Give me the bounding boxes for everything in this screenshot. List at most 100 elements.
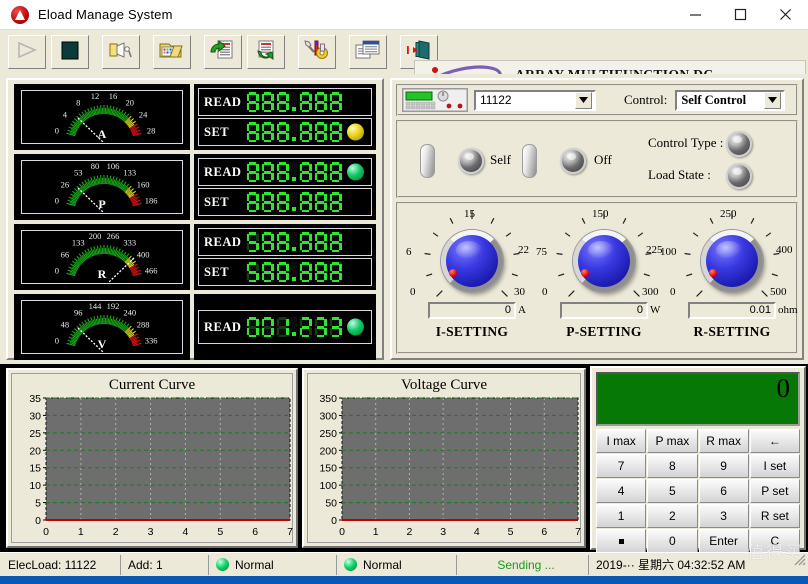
key-p-max[interactable]: P max [647,429,698,453]
seven-segment-digit [276,162,289,182]
voltage-meter-label: V [97,337,107,351]
self-toggle-switch[interactable] [420,144,439,182]
seven-segment-digit [261,192,274,212]
svg-text:0: 0 [331,515,337,527]
seven-segment-digit [261,317,274,337]
toolbar: ARR Y ARRAY MULTIFUNCTION DC ELECTRONIC … [0,30,808,104]
p-setting-knob[interactable]: 0 75 150 225 300 0 W P-SETTING [536,208,670,352]
svg-text:200: 200 [89,231,102,241]
r-setting-knob[interactable]: 0 100 250 400 500 0.01 ohm R-SETTING [660,208,798,352]
svg-text:0: 0 [339,526,345,538]
minimize-button[interactable] [673,0,718,30]
key-1[interactable]: 1 [596,504,647,528]
power-set-row[interactable]: SET [198,188,372,216]
chevron-down-icon[interactable] [575,91,592,109]
key-clear[interactable]: C [749,529,800,553]
off-toggle-switch[interactable] [522,144,541,182]
seven-segment-digit [246,232,259,252]
svg-text:15: 15 [29,463,41,475]
key-6[interactable]: 6 [698,479,749,503]
key-3[interactable]: 3 [698,504,749,528]
seven-segment-digit [314,192,327,212]
i-setting-knob[interactable]: 0 6 15 22 30 0 A I-SETTING [406,208,538,352]
svg-text:106: 106 [107,161,120,171]
status-normal-1: Normal [208,554,336,575]
key-0[interactable]: 0 [647,529,698,553]
chevron-down-icon[interactable] [764,91,782,109]
status-normal-2: Normal [336,554,456,575]
device-select-value: 11122 [480,93,512,107]
key-4[interactable]: 4 [596,479,647,503]
stop-button[interactable] [51,35,89,69]
svg-text:66: 66 [61,249,70,259]
voltage-meter-gauge: 04896144 192240288336 [55,301,157,354]
key-dot[interactable] [596,529,647,553]
current-curve-panel: Current Curve 0 5 10 15 20 25 30 35 0 1 2 3 4 5 6 7 [6,368,298,548]
key-8[interactable]: 8 [647,454,698,478]
seven-segment-digit [329,192,342,212]
status-elecload-text: ElecLoad: 11122 [8,557,97,572]
decimal-point [291,192,297,212]
seven-segment-digit [276,317,289,337]
key-7[interactable]: 7 [596,454,647,478]
r-setting-dial[interactable] [701,230,763,292]
svg-text:266: 266 [107,231,120,241]
seven-segment-digit [314,232,327,252]
decimal-point [291,232,297,252]
control-type-label: Control Type : [648,135,724,150]
seven-segment-digit [314,122,327,142]
svg-text:133: 133 [123,167,136,177]
self-indicator-led [458,148,484,174]
key-i-set[interactable]: I set [749,454,800,478]
key-r-set[interactable]: R set [749,504,800,528]
key-i-max[interactable]: I max [596,429,647,453]
seven-segment-digit [329,162,342,182]
p-setting-dial[interactable] [573,230,635,292]
open-button[interactable] [153,35,191,69]
status-bar: ElecLoad: 11122 Add: 1 Normal Normal Sen… [0,543,808,576]
current-set-row[interactable]: SET [198,118,372,146]
settings-button[interactable] [298,35,336,69]
seven-segment-digit [329,262,342,282]
current-display-group: READ SET [194,84,376,150]
seven-segment-digit [261,92,274,112]
connect-button[interactable] [102,35,140,69]
seven-segment-digit [276,92,289,112]
read-label: READ [204,234,242,249]
run-button[interactable] [8,35,46,69]
i-setting-dial[interactable] [441,230,503,292]
set-label: SET [204,124,230,139]
close-button[interactable] [763,0,808,30]
i-scale-mid: 15 [464,208,475,220]
device-select[interactable]: 11122 [474,89,596,111]
svg-text:160: 160 [137,179,150,189]
svg-text:20: 20 [126,97,135,107]
key-backspace[interactable]: ← [749,429,800,453]
read-label: READ [204,94,242,109]
report-button[interactable] [349,35,387,69]
svg-text:150: 150 [319,463,337,475]
key-enter[interactable]: Enter [698,529,749,553]
key-9[interactable]: 9 [698,454,749,478]
upper-work-area: 0 4 8 12 16 20 24 28 A 0 26 53 80 106 133 160 186 P [0,74,808,364]
p-scale-min: 0 [542,286,548,298]
key-5[interactable]: 5 [647,479,698,503]
resize-grip-icon[interactable] [792,552,806,566]
p-setting-value[interactable]: 0 [560,302,648,319]
export-button[interactable] [247,35,285,69]
maximize-button[interactable] [718,0,763,30]
import-button[interactable] [204,35,242,69]
decimal-point [291,162,297,182]
svg-text:30: 30 [29,410,41,422]
key-p-set[interactable]: P set [749,479,800,503]
svg-text:100: 100 [319,480,337,492]
control-mode-select[interactable]: Self Control [675,89,786,111]
key-2[interactable]: 2 [647,504,698,528]
title-bar: Eload Manage System [0,0,808,30]
resistance-set-row[interactable]: SET [198,258,372,286]
keypad-grid: I max P max R max ← 7 8 9 I set 4 5 6 P set 1 2 3 R set… [594,429,802,553]
svg-text:48: 48 [61,319,70,329]
i-setting-value[interactable]: 0 [428,302,516,319]
r-setting-value[interactable]: 0.01 [688,302,776,319]
key-r-max[interactable]: R max [698,429,749,453]
